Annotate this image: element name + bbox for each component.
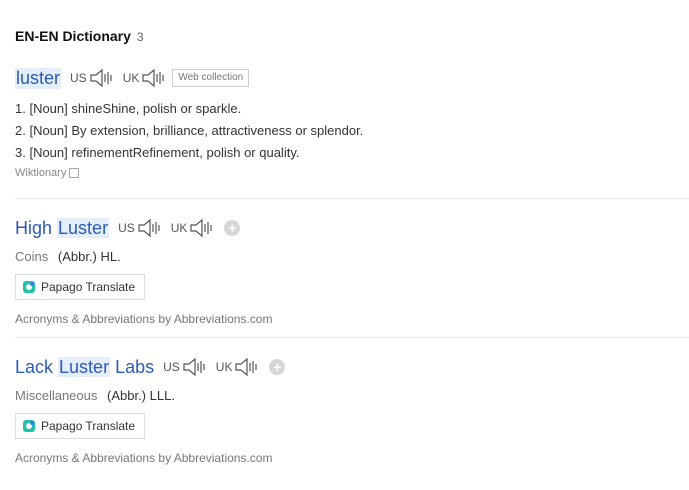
entry-word[interactable]: Lack Luster Labs <box>15 356 155 378</box>
external-link-icon <box>69 168 80 178</box>
papago-icon <box>23 420 35 432</box>
divider <box>15 337 689 338</box>
entry-title-row: High Luster US UK + <box>15 216 689 240</box>
dictionary-entry-high-luster: High Luster US UK + Coins (Abbr.) HL. Pa… <box>15 216 689 326</box>
entry-word[interactable]: High Luster <box>15 217 110 239</box>
pronunciation-label-uk: UK <box>170 221 188 235</box>
entry-word-prefix: High <box>15 217 58 238</box>
papago-translate-button[interactable]: Papago Translate <box>15 413 146 439</box>
category-label: Coins <box>15 249 49 264</box>
pronunciation-uk: UK <box>123 68 167 88</box>
add-to-wordbook-icon[interactable]: + <box>269 359 286 375</box>
pronunciation-uk: UK <box>171 218 215 238</box>
source-credit[interactable]: Acronyms & Abbreviations by Abbreviation… <box>15 451 689 465</box>
pronunciation-us: US <box>163 357 207 377</box>
section-header: EN-EN Dictionary 3 <box>15 28 144 44</box>
entry-word[interactable]: luster <box>15 67 62 89</box>
pronunciation-label-uk: UK <box>122 71 140 85</box>
speaker-icon[interactable] <box>235 357 259 377</box>
pronunciation-label-us: US <box>70 71 87 85</box>
speaker-icon[interactable] <box>90 68 114 88</box>
section-title: EN-EN Dictionary <box>15 28 131 44</box>
divider <box>15 198 689 199</box>
speaker-icon[interactable] <box>190 218 214 238</box>
pronunciation-label-us: US <box>163 360 180 374</box>
papago-translate-button[interactable]: Papago Translate <box>15 274 146 300</box>
entry-word-highlight: Luster <box>57 217 110 238</box>
speaker-icon[interactable] <box>138 218 162 238</box>
pronunciation-label-us: US <box>118 221 135 235</box>
entry-title-row: luster US UK Web collection <box>15 66 689 90</box>
entry-word-prefix: Lack <box>15 356 59 377</box>
definitions-list: 1. [Noun] shineShine, polish or sparkle.… <box>15 98 689 164</box>
add-to-wordbook-icon[interactable]: + <box>224 220 241 236</box>
definition-item: 1. [Noun] shineShine, polish or sparkle. <box>15 101 242 116</box>
result-count: 3 <box>136 30 144 44</box>
papago-label: Papago Translate <box>41 419 136 433</box>
web-collection-badge[interactable]: Web collection <box>172 69 250 87</box>
dictionary-entry-lack-luster-labs: Lack Luster Labs US UK + Miscellaneous (… <box>15 355 689 465</box>
speaker-icon[interactable] <box>142 68 166 88</box>
entry-title-row: Lack Luster Labs US UK + <box>15 355 689 379</box>
source-credit[interactable]: Acronyms & Abbreviations by Abbreviation… <box>15 312 689 326</box>
papago-icon <box>23 281 35 293</box>
speaker-icon[interactable] <box>183 357 207 377</box>
definition-item: 2. [Noun] By extension, brilliance, attr… <box>15 123 364 138</box>
abbreviation-row: Coins (Abbr.) HL. <box>15 248 689 266</box>
abbreviation-text: (Abbr.) LLL. <box>107 388 175 403</box>
category-label: Miscellaneous <box>15 388 98 403</box>
abbreviation-text: (Abbr.) HL. <box>57 249 121 264</box>
papago-label: Papago Translate <box>41 280 136 294</box>
source-link[interactable]: Wiktionary <box>15 167 689 179</box>
source-label: Wiktionary <box>15 167 67 179</box>
dictionary-entry-luster: luster US UK Web collection 1. [Noun] sh… <box>15 66 689 179</box>
pronunciation-uk: UK <box>216 357 260 377</box>
entry-word-highlight: Luster <box>58 356 111 377</box>
abbreviation-row: Miscellaneous (Abbr.) LLL. <box>15 387 689 405</box>
pronunciation-us: US <box>118 218 162 238</box>
definition-item: 3. [Noun] refinementRefinement, polish o… <box>15 145 300 160</box>
pronunciation-us: US <box>70 68 114 88</box>
pronunciation-label-uk: UK <box>215 360 233 374</box>
entry-word-suffix: Labs <box>110 356 155 377</box>
